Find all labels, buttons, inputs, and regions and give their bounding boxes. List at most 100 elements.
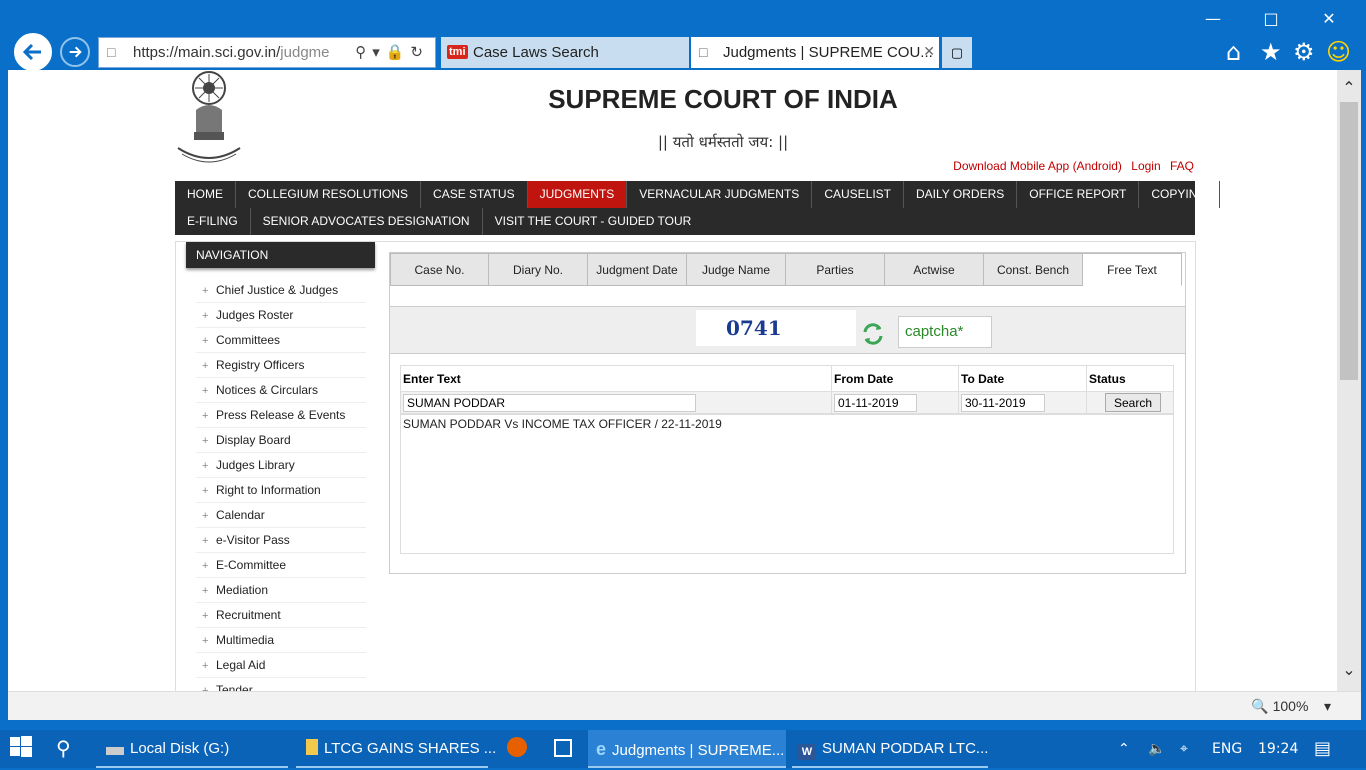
menu-vernacular[interactable]: VERNACULAR JUDGMENTS: [627, 181, 813, 208]
nav-item[interactable]: + Tender: [196, 678, 366, 691]
nav-item[interactable]: + Committees: [196, 328, 366, 353]
language-indicator[interactable]: ENG: [1212, 730, 1242, 768]
menu-row-1: HOME COLLEGIUM RESOLUTIONS CASE STATUS J…: [175, 181, 1278, 208]
plus-icon: +: [202, 635, 209, 647]
tab-parties[interactable]: Parties: [786, 253, 885, 286]
tab-actwise[interactable]: Actwise: [885, 253, 984, 286]
volume-icon[interactable]: 🔈: [1148, 730, 1165, 768]
search-button[interactable]: Search: [1105, 393, 1161, 412]
tab-case-no[interactable]: Case No.: [390, 253, 489, 286]
taskbar-local-disk[interactable]: Local Disk (G:): [96, 730, 288, 768]
nav-item[interactable]: + Multimedia: [196, 628, 366, 653]
menu-e-filing[interactable]: E-FILING: [175, 208, 251, 235]
new-tab-button[interactable]: ▢: [942, 37, 972, 68]
menu-daily-orders[interactable]: DAILY ORDERS: [904, 181, 1018, 208]
close-window-icon[interactable]: ✕: [1318, 8, 1340, 30]
menu-causelist[interactable]: CAUSELIST: [812, 181, 904, 208]
menu-office-report[interactable]: OFFICE REPORT: [1017, 181, 1140, 208]
vertical-scrollbar[interactable]: ⌃ ⌄: [1337, 70, 1361, 691]
menu-caveat[interactable]: CAVEAT: [1220, 181, 1290, 208]
scroll-thumb[interactable]: [1340, 102, 1358, 380]
close-tab-icon[interactable]: ✕: [923, 37, 935, 68]
tab-judgments[interactable]: □ Judgments | SUPREME COU... ✕: [691, 37, 939, 68]
tab-diary-no[interactable]: Diary No.: [489, 253, 588, 286]
address-bar[interactable]: □ https://main.sci.gov.in/judgme ⚲▾🔒↻: [98, 37, 436, 68]
chevron-up-icon[interactable]: ⌃: [1118, 730, 1130, 768]
scroll-down-icon[interactable]: ⌄: [1337, 660, 1361, 679]
dropdown-icon[interactable]: ▾: [372, 43, 386, 61]
navigation-list: + Chief Justice & Judges + Judges Roster +…: [196, 278, 366, 691]
to-date-input[interactable]: [961, 393, 1045, 412]
site-motto: || यतो धर्मस्ततो जय: ||: [657, 133, 789, 151]
plus-icon: +: [202, 285, 209, 297]
forward-arrow-icon: [69, 46, 82, 58]
tab-const-bench[interactable]: Const. Bench: [984, 253, 1083, 286]
tab-free-text[interactable]: Free Text: [1083, 253, 1182, 286]
nav-item[interactable]: + Judges Roster: [196, 303, 366, 328]
scroll-up-icon[interactable]: ⌃: [1337, 78, 1361, 97]
nav-item[interactable]: + Chief Justice & Judges: [196, 278, 366, 303]
smiley-feedback-icon[interactable]: ☺: [1326, 38, 1351, 66]
refresh-icon[interactable]: ↻: [410, 43, 429, 61]
home-icon[interactable]: ⌂: [1226, 38, 1241, 66]
minimize-icon[interactable]: —: [1202, 8, 1224, 30]
notifications-icon[interactable]: ▤: [1314, 730, 1331, 768]
menu-home[interactable]: HOME: [175, 181, 236, 208]
status-bar: 🔍 100% ▾: [8, 691, 1361, 720]
menu-case-status[interactable]: CASE STATUS: [421, 181, 528, 208]
tab-case-laws[interactable]: tmi Case Laws Search: [441, 37, 689, 68]
menu-copying[interactable]: COPYING: [1139, 181, 1220, 208]
word-icon: W: [798, 744, 816, 760]
clock[interactable]: 19:24: [1258, 730, 1298, 768]
taskbar-judgments-ie[interactable]: e Judgments | SUPREME...: [588, 730, 786, 768]
favorites-star-icon[interactable]: ★: [1260, 38, 1282, 66]
nav-item[interactable]: + Press Release & Events: [196, 403, 366, 428]
nav-item[interactable]: + Notices & Circulars: [196, 378, 366, 403]
plus-icon: +: [202, 435, 209, 447]
nav-item[interactable]: + Legal Aid: [196, 653, 366, 678]
menu-judgments[interactable]: JUDGMENTS: [527, 181, 628, 208]
tab-judgment-date[interactable]: Judgment Date: [588, 253, 687, 286]
login-link[interactable]: Login: [1131, 159, 1160, 173]
nav-item[interactable]: + E-Committee: [196, 553, 366, 578]
forward-button[interactable]: [60, 37, 90, 67]
refresh-captcha-icon[interactable]: [860, 321, 886, 347]
back-button[interactable]: [12, 31, 54, 73]
zoom-control[interactable]: 🔍 100% ▾: [1251, 698, 1331, 715]
tab-judge-name[interactable]: Judge Name: [687, 253, 786, 286]
windows-logo-icon: [10, 736, 32, 757]
nav-item[interactable]: + Right to Information: [196, 478, 366, 503]
nav-item[interactable]: + Display Board: [196, 428, 366, 453]
settings-gear-icon[interactable]: ⚙: [1293, 38, 1315, 66]
download-app-link[interactable]: Download Mobile App (Android): [953, 159, 1122, 173]
menu-guided-tour[interactable]: VISIT THE COURT - GUIDED TOUR: [483, 208, 704, 235]
start-button[interactable]: [10, 730, 32, 768]
faq-link[interactable]: FAQ: [1170, 159, 1194, 173]
nav-item[interactable]: + Registry Officers: [196, 353, 366, 378]
result-item[interactable]: SUMAN PODDAR Vs INCOME TAX OFFICER / 22-…: [403, 417, 1171, 431]
search-icon[interactable]: ⚲: [355, 43, 372, 61]
plus-icon: +: [202, 685, 209, 691]
drive-icon: [106, 747, 124, 755]
maximize-icon[interactable]: □: [1260, 8, 1282, 30]
menu-row-2: E-FILING SENIOR ADVOCATES DESIGNATION VI…: [175, 208, 1195, 235]
nav-item[interactable]: + Recruitment: [196, 603, 366, 628]
search-panel: Case No. Diary No. Judgment Date Judge N…: [389, 252, 1186, 574]
captcha-input[interactable]: captcha*: [898, 316, 992, 348]
nav-item[interactable]: + e-Visitor Pass: [196, 528, 366, 553]
from-date-header: From Date: [831, 365, 959, 392]
wifi-icon[interactable]: ⌖: [1180, 730, 1188, 768]
lock-icon[interactable]: 🔒: [386, 43, 411, 61]
menu-collegium[interactable]: COLLEGIUM RESOLUTIONS: [236, 181, 422, 208]
nav-item[interactable]: + Calendar: [196, 503, 366, 528]
nav-item[interactable]: + Judges Library: [196, 453, 366, 478]
free-text-input[interactable]: [403, 393, 696, 412]
taskbar-word-doc[interactable]: W SUMAN PODDAR LTC...: [792, 730, 988, 768]
firefox-icon[interactable]: [500, 730, 534, 768]
search-icon[interactable]: ⚲: [56, 730, 71, 768]
from-date-input[interactable]: [834, 393, 917, 412]
nav-item[interactable]: + Mediation: [196, 578, 366, 603]
app-icon[interactable]: [546, 730, 580, 768]
menu-senior-advocates[interactable]: SENIOR ADVOCATES DESIGNATION: [251, 208, 483, 235]
taskbar-ltcg-folder[interactable]: LTCG GAINS SHARES ...: [296, 730, 496, 768]
